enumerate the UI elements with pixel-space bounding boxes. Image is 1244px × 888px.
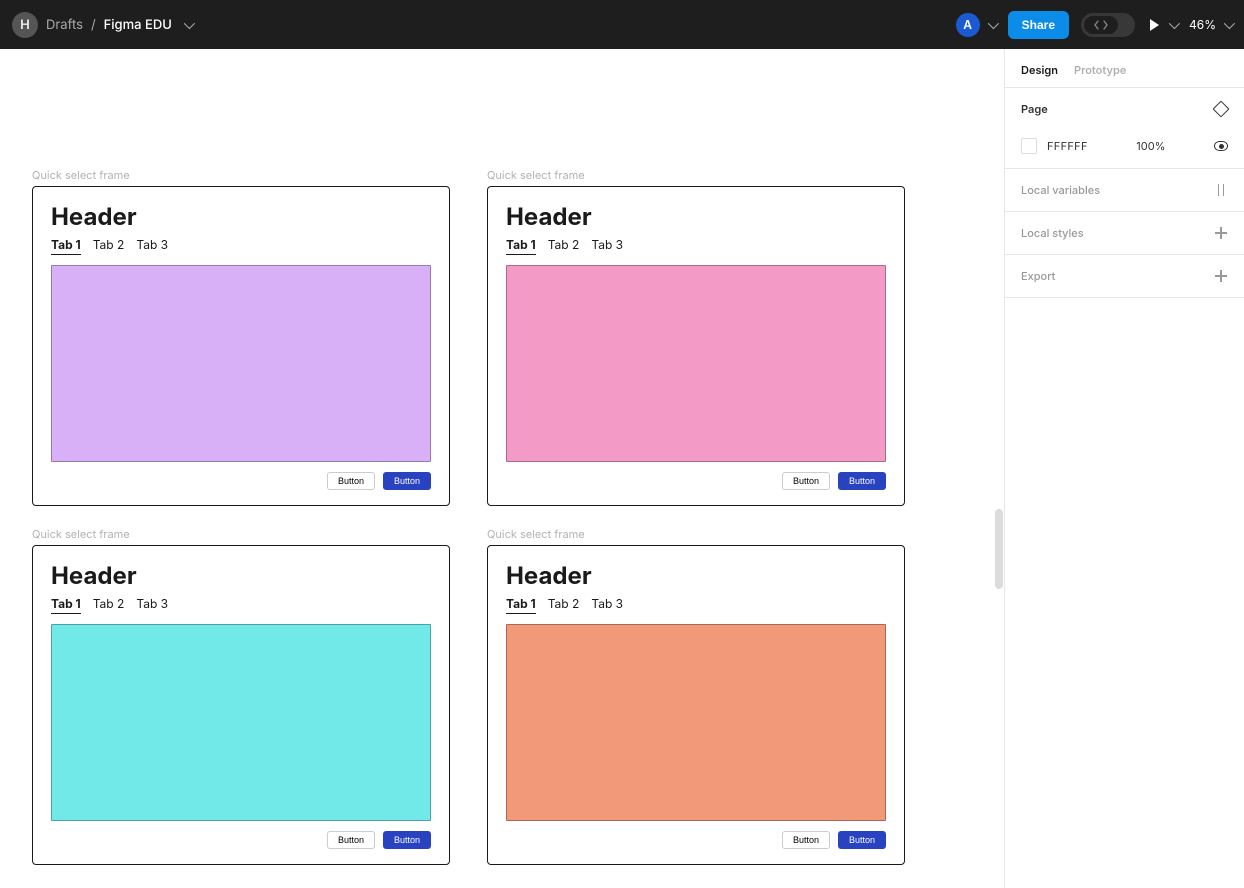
frame-header-text: Header [51,561,431,590]
eye-icon[interactable] [1214,139,1228,153]
frame-button-row: Button Button [51,472,431,490]
local-variables-header[interactable]: Local variables [1005,169,1244,211]
frame-button-row: Button Button [506,472,886,490]
frame-tab[interactable]: Tab 3 [591,596,623,614]
zoom-control[interactable]: 46% [1189,17,1232,32]
canvas[interactable]: Quick select frame Header Tab 1 Tab 2 Tab 3 B… [0,49,1004,888]
plus-icon[interactable] [1214,226,1228,240]
frame-label[interactable]: Quick select frame [32,527,450,541]
frame-label[interactable]: Quick select frame [32,168,450,182]
frame-content-area [51,624,431,821]
share-button[interactable]: Share [1008,11,1069,39]
frame-primary-button[interactable]: Button [383,831,431,849]
breadcrumb: Drafts / Figma EDU [46,17,192,33]
frame-content-area [506,265,886,462]
frame-header-text: Header [506,561,886,590]
frame-wrapper[interactable]: Quick select frame Header Tab 1 Tab 2 Tab 3 B… [32,168,450,506]
export-label: Export [1021,269,1055,283]
play-icon [1147,18,1161,32]
design-frame[interactable]: Header Tab 1 Tab 2 Tab 3 Button Button [32,545,450,865]
chevron-down-icon [1224,17,1235,28]
frame-tab[interactable]: Tab 2 [548,237,580,255]
local-styles-header[interactable]: Local styles [1005,212,1244,254]
frame-tabs: Tab 1 Tab 2 Tab 3 [51,237,431,255]
frame-label[interactable]: Quick select frame [487,527,905,541]
frame-primary-button[interactable]: Button [383,472,431,490]
right-panel: Design Prototype Page FFFFFF 100% Local … [1004,49,1244,888]
devmode-knob [1084,16,1118,34]
variable-icon[interactable] [1214,102,1228,116]
code-icon [1094,20,1108,30]
frame-wrapper[interactable]: Quick select frame Header Tab 1 Tab 2 Tab 3 B… [487,168,905,506]
tab-prototype[interactable]: Prototype [1074,63,1126,77]
breadcrumb-separator: / [91,17,96,33]
page-color-row: FFFFFF 100% [1005,130,1244,168]
export-section: Export [1005,255,1244,298]
frame-tab[interactable]: Tab 2 [548,596,580,614]
top-toolbar: H Drafts / Figma EDU A Share 46% [0,0,1244,49]
frame-secondary-button[interactable]: Button [327,831,375,849]
frame-tabs: Tab 1 Tab 2 Tab 3 [506,596,886,614]
sliders-icon[interactable] [1214,183,1228,197]
frame-secondary-button[interactable]: Button [327,472,375,490]
page-section: Page FFFFFF 100% [1005,88,1244,169]
frame-tab[interactable]: Tab 1 [506,596,536,614]
chevron-down-icon[interactable] [1169,17,1180,28]
frame-wrapper[interactable]: Quick select frame Header Tab 1 Tab 2 Tab 3 B… [487,527,905,865]
design-frame[interactable]: Header Tab 1 Tab 2 Tab 3 Button Button [32,186,450,506]
frame-tab[interactable]: Tab 3 [136,237,168,255]
frame-button-row: Button Button [51,831,431,849]
zoom-value: 46% [1189,17,1216,32]
breadcrumb-parent[interactable]: Drafts [46,17,83,33]
present-button[interactable] [1147,18,1177,32]
local-styles-section: Local styles [1005,212,1244,255]
frame-tabs: Tab 1 Tab 2 Tab 3 [51,596,431,614]
frame-header-text: Header [506,202,886,231]
frame-content-area [506,624,886,821]
avatar: A [956,13,980,37]
page-color-opacity[interactable]: 100% [1136,139,1165,153]
frame-tab[interactable]: Tab 3 [591,237,623,255]
color-swatch[interactable] [1021,138,1037,154]
page-section-header: Page [1005,88,1244,130]
local-variables-section: Local variables [1005,169,1244,212]
page-label: Page [1021,102,1048,116]
chevron-down-icon[interactable] [987,17,998,28]
design-frame[interactable]: Header Tab 1 Tab 2 Tab 3 Button Button [487,545,905,865]
frame-primary-button[interactable]: Button [838,831,886,849]
chevron-down-icon[interactable] [184,17,195,28]
scrollbar-thumb[interactable] [995,509,1003,589]
frame-label[interactable]: Quick select frame [487,168,905,182]
frame-primary-button[interactable]: Button [838,472,886,490]
frame-content-area [51,265,431,462]
frame-wrapper[interactable]: Quick select frame Header Tab 1 Tab 2 Tab 3 B… [32,527,450,865]
panel-tabs: Design Prototype [1005,49,1244,88]
frame-tabs: Tab 1 Tab 2 Tab 3 [506,237,886,255]
local-variables-label: Local variables [1021,183,1100,197]
multiplayer-avatar[interactable]: A [956,13,996,37]
plus-icon[interactable] [1214,269,1228,283]
devmode-toggle[interactable] [1081,13,1135,37]
page-color-hex[interactable]: FFFFFF [1047,139,1088,153]
tab-design[interactable]: Design [1021,63,1058,77]
frame-tab[interactable]: Tab 2 [93,237,125,255]
frame-tab[interactable]: Tab 1 [506,237,536,255]
toolbar-left: H Drafts / Figma EDU [12,12,192,38]
frame-secondary-button[interactable]: Button [782,831,830,849]
design-frame[interactable]: Header Tab 1 Tab 2 Tab 3 Button Button [487,186,905,506]
frame-tab[interactable]: Tab 1 [51,596,81,614]
frame-tab[interactable]: Tab 1 [51,237,81,255]
frame-secondary-button[interactable]: Button [782,472,830,490]
breadcrumb-current[interactable]: Figma EDU [104,17,172,33]
frame-tab[interactable]: Tab 3 [136,596,168,614]
page-color-input[interactable]: FFFFFF [1021,138,1088,154]
frame-header-text: Header [51,202,431,231]
frame-tab[interactable]: Tab 2 [93,596,125,614]
export-header[interactable]: Export [1005,255,1244,297]
frame-button-row: Button Button [506,831,886,849]
home-icon[interactable]: H [12,12,38,38]
toolbar-right: A Share 46% [956,11,1232,39]
local-styles-label: Local styles [1021,226,1084,240]
